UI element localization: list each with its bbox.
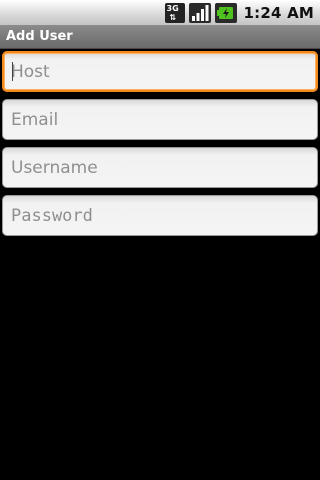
email-input[interactable] bbox=[2, 99, 318, 140]
status-time: 1:24 AM bbox=[243, 3, 314, 22]
text-cursor bbox=[12, 62, 13, 81]
signal-strength-icon bbox=[188, 2, 211, 23]
password-input[interactable] bbox=[2, 195, 318, 236]
title-bar: Add User bbox=[0, 25, 320, 49]
host-input[interactable] bbox=[2, 51, 318, 92]
network-label: 3G bbox=[166, 3, 179, 13]
network-3g-icon: 3G ⇅ bbox=[164, 2, 185, 23]
add-user-form bbox=[2, 51, 318, 243]
page-title: Add User bbox=[6, 29, 73, 44]
network-arrows: ⇅ bbox=[169, 12, 177, 22]
status-bar: 3G ⇅ 1:24 AM bbox=[0, 0, 320, 25]
screen: 3G ⇅ 1:24 AM Add User bbox=[0, 0, 320, 480]
battery-charging-icon bbox=[214, 2, 237, 23]
username-input[interactable] bbox=[2, 147, 318, 188]
